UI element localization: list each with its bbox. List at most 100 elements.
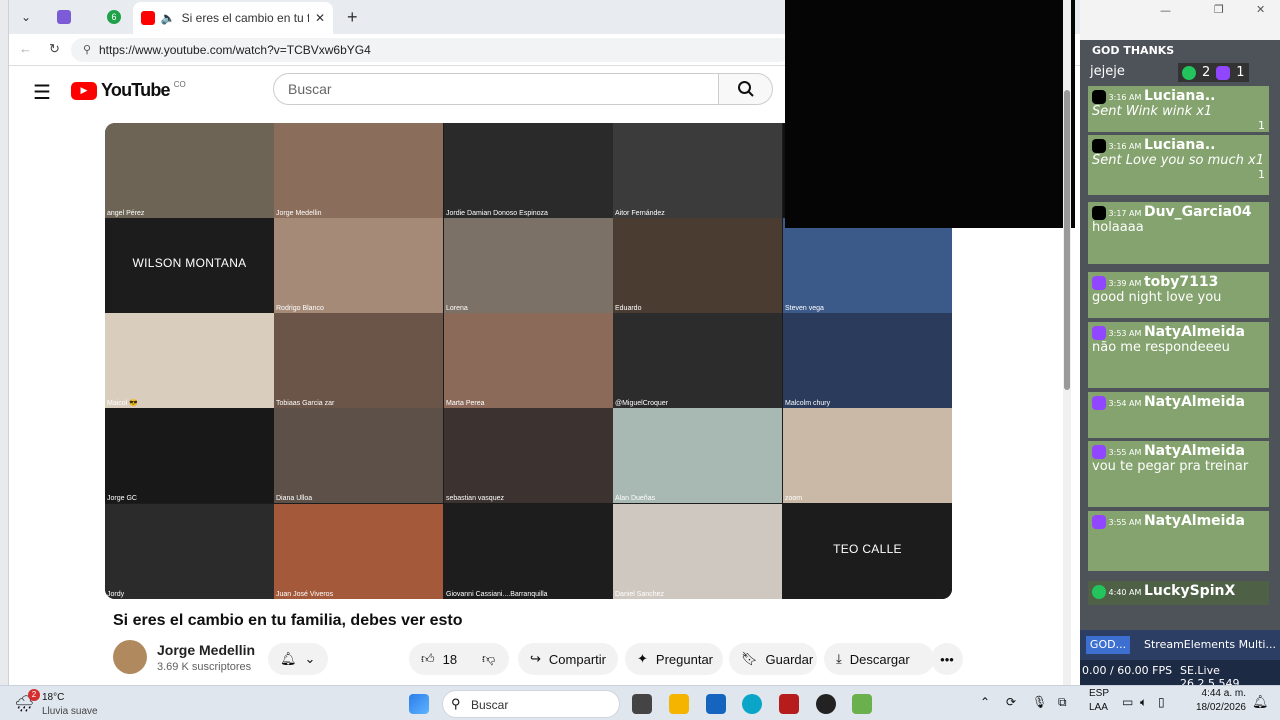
clock-time[interactable]: 4:44 a. m. — [1190, 688, 1246, 699]
more-button[interactable]: ••• — [931, 643, 963, 675]
sparkle-icon: ✦ — [637, 651, 648, 666]
participant-name: Eduardo — [615, 305, 642, 312]
participant-tile: Jorge GC — [105, 408, 274, 503]
tab-camera[interactable] — [49, 4, 79, 30]
message-time: 3:53 AM — [1106, 329, 1144, 338]
store-icon[interactable] — [706, 694, 726, 714]
url-input[interactable]: https://www.youtube.com/watch?v=TCBVxw6b… — [71, 38, 791, 62]
dislike-button[interactable]: 👎︎ — [470, 643, 510, 675]
battery-icon[interactable]: ▯ — [1158, 695, 1165, 709]
participant-name: Lorena — [446, 305, 468, 312]
participant-name: Juan José Viveros — [276, 591, 334, 598]
clock-date[interactable]: 18/02/2026 — [1186, 702, 1246, 713]
search-icon: ⚲ — [451, 696, 461, 711]
speaker-icon[interactable]: 🔈 — [161, 11, 176, 25]
sync-icon[interactable]: ⟳ — [1006, 695, 1016, 709]
platform-counters: 2 1 — [1178, 63, 1249, 82]
edge-icon[interactable] — [742, 694, 762, 714]
bookmark-icon: 🔖︎ — [741, 651, 758, 666]
participant-name: Jorge Medellin — [276, 210, 322, 217]
save-label: Guardar — [765, 651, 814, 667]
task-view-icon[interactable] — [632, 694, 652, 714]
scrollbar-thumb[interactable] — [1064, 90, 1070, 390]
participant-tile: Jordie Damian Donoso Espinoza — [444, 123, 613, 218]
weather-widget[interactable]: 🌧︎ 2 18°C Lluvia suave — [14, 689, 124, 718]
chat-message: 3:55 AM NatyAlmeida vou te pegar pra trei… — [1088, 441, 1269, 507]
file-explorer-icon[interactable] — [669, 694, 689, 714]
windows-start-icon[interactable] — [409, 694, 429, 714]
like-icon: 👍︎ — [421, 651, 435, 666]
close-icon[interactable]: ✕ — [1256, 3, 1265, 16]
message-user: NatyAlmeida — [1143, 394, 1245, 410]
lang-primary[interactable]: ESP — [1089, 688, 1109, 699]
search-input[interactable]: Buscar — [273, 73, 719, 105]
taskbar-search-label: Buscar — [471, 698, 509, 712]
message-text: Sent Wink wink x1 — [1092, 104, 1213, 119]
tab-streamelements[interactable]: StreamElements Multi... — [1144, 638, 1276, 651]
taskbar-search[interactable]: ⚲ Buscar — [442, 690, 620, 718]
message-user: NatyAlmeida — [1143, 324, 1245, 340]
participant-name: Daniel Sanchez — [615, 591, 665, 598]
share-button[interactable]: ↪ Compartir — [518, 643, 618, 675]
reload-icon[interactable]: ↻ — [49, 41, 60, 57]
lang-secondary[interactable]: LAA — [1089, 702, 1108, 713]
maximize-icon[interactable]: ❐ — [1214, 3, 1224, 16]
chat-app-icon[interactable] — [852, 694, 872, 714]
chat-message: 3:39 AM toby7113 good night love you — [1088, 272, 1269, 318]
network-icon[interactable]: ▭ — [1122, 695, 1133, 709]
chat-header: GOD THANKS — [1092, 44, 1175, 57]
tab-list-button[interactable]: ⌄ — [13, 4, 39, 30]
chat-overlay: — ❐ ✕ GOD THANKS jejeje 2 1 3:16 AM Luci… — [1080, 0, 1280, 690]
message-text: vou te pegar pra treinar — [1092, 459, 1249, 474]
app-shield-icon[interactable] — [779, 694, 799, 714]
participant-name: Diana Ulloa — [276, 495, 313, 502]
participant-name: Jorge GC — [107, 495, 137, 502]
minimize-icon[interactable]: — — [1160, 4, 1171, 17]
top-line-text: jejeje — [1090, 64, 1125, 79]
mic-icon[interactable]: 🎙︎ — [1032, 695, 1047, 709]
weather-badge: 2 — [28, 689, 40, 701]
channel-name[interactable]: Jorge Medellin — [157, 642, 255, 658]
participant-name: Steven vega — [785, 305, 824, 312]
download-icon: ⤓ — [836, 651, 842, 666]
obs-icon[interactable] — [816, 694, 836, 714]
avatar[interactable] — [113, 640, 147, 674]
participant-tile: zoom — [783, 408, 952, 503]
share-label: Compartir — [548, 651, 606, 667]
message-user: Duv_Garcia04 — [1143, 204, 1252, 220]
twitch-icon — [1216, 65, 1231, 80]
device-icon[interactable]: ⧉ — [1058, 695, 1067, 710]
tab-title: Si eres el cambio en tu familia — [181, 11, 309, 25]
tab-god[interactable]: GOD... — [1086, 636, 1130, 654]
message-time: 4:40 AM — [1106, 588, 1144, 597]
ask-button[interactable]: ✦ Preguntar — [625, 643, 723, 675]
participant-tile: Maicol 😎 — [105, 313, 274, 408]
tab-counter[interactable]: 6 — [99, 4, 129, 30]
participant-tile: WILSON MONTANA — [105, 218, 274, 313]
message-text: good night love you — [1092, 290, 1222, 305]
search-button[interactable] — [719, 73, 773, 105]
dislike-icon: 👎︎ — [482, 651, 496, 666]
site-info-icon[interactable]: ⚲ — [83, 43, 91, 56]
volume-icon[interactable]: 🔈︎ — [1140, 695, 1147, 710]
new-tab-button[interactable]: + — [339, 4, 366, 30]
tab-badge: 6 — [107, 10, 121, 24]
close-tab-icon[interactable]: ✕ — [315, 11, 325, 25]
download-button[interactable]: ⤓ Descargar — [824, 643, 934, 675]
participant-name: Jordy — [107, 591, 125, 598]
menu-icon[interactable]: ☰ — [33, 80, 51, 105]
chevron-up-icon[interactable]: ⌃ — [980, 695, 990, 709]
save-button[interactable]: 🔖︎ Guardar — [729, 643, 817, 675]
tab-youtube[interactable]: 🔈 Si eres el cambio en tu familia ✕ — [133, 2, 333, 34]
participant-tile: Lorena — [444, 218, 613, 313]
participant-tile: Juan José Viveros — [274, 504, 443, 599]
participant-tile: Tobiaas Garcia zar — [274, 313, 443, 408]
search-icon — [737, 81, 754, 97]
back-icon[interactable]: ← — [19, 41, 32, 56]
participant-name: Rodrigo Blanco — [276, 305, 324, 312]
ask-label: Preguntar — [655, 651, 713, 667]
notification-button[interactable]: 🔔︎ ⌄ — [268, 643, 328, 675]
play-logo-icon: ▶ — [71, 81, 97, 100]
notification-icon[interactable]: 🔔︎ — [1252, 694, 1269, 710]
youtube-logo[interactable]: ▶ YouTube CO — [71, 80, 186, 101]
